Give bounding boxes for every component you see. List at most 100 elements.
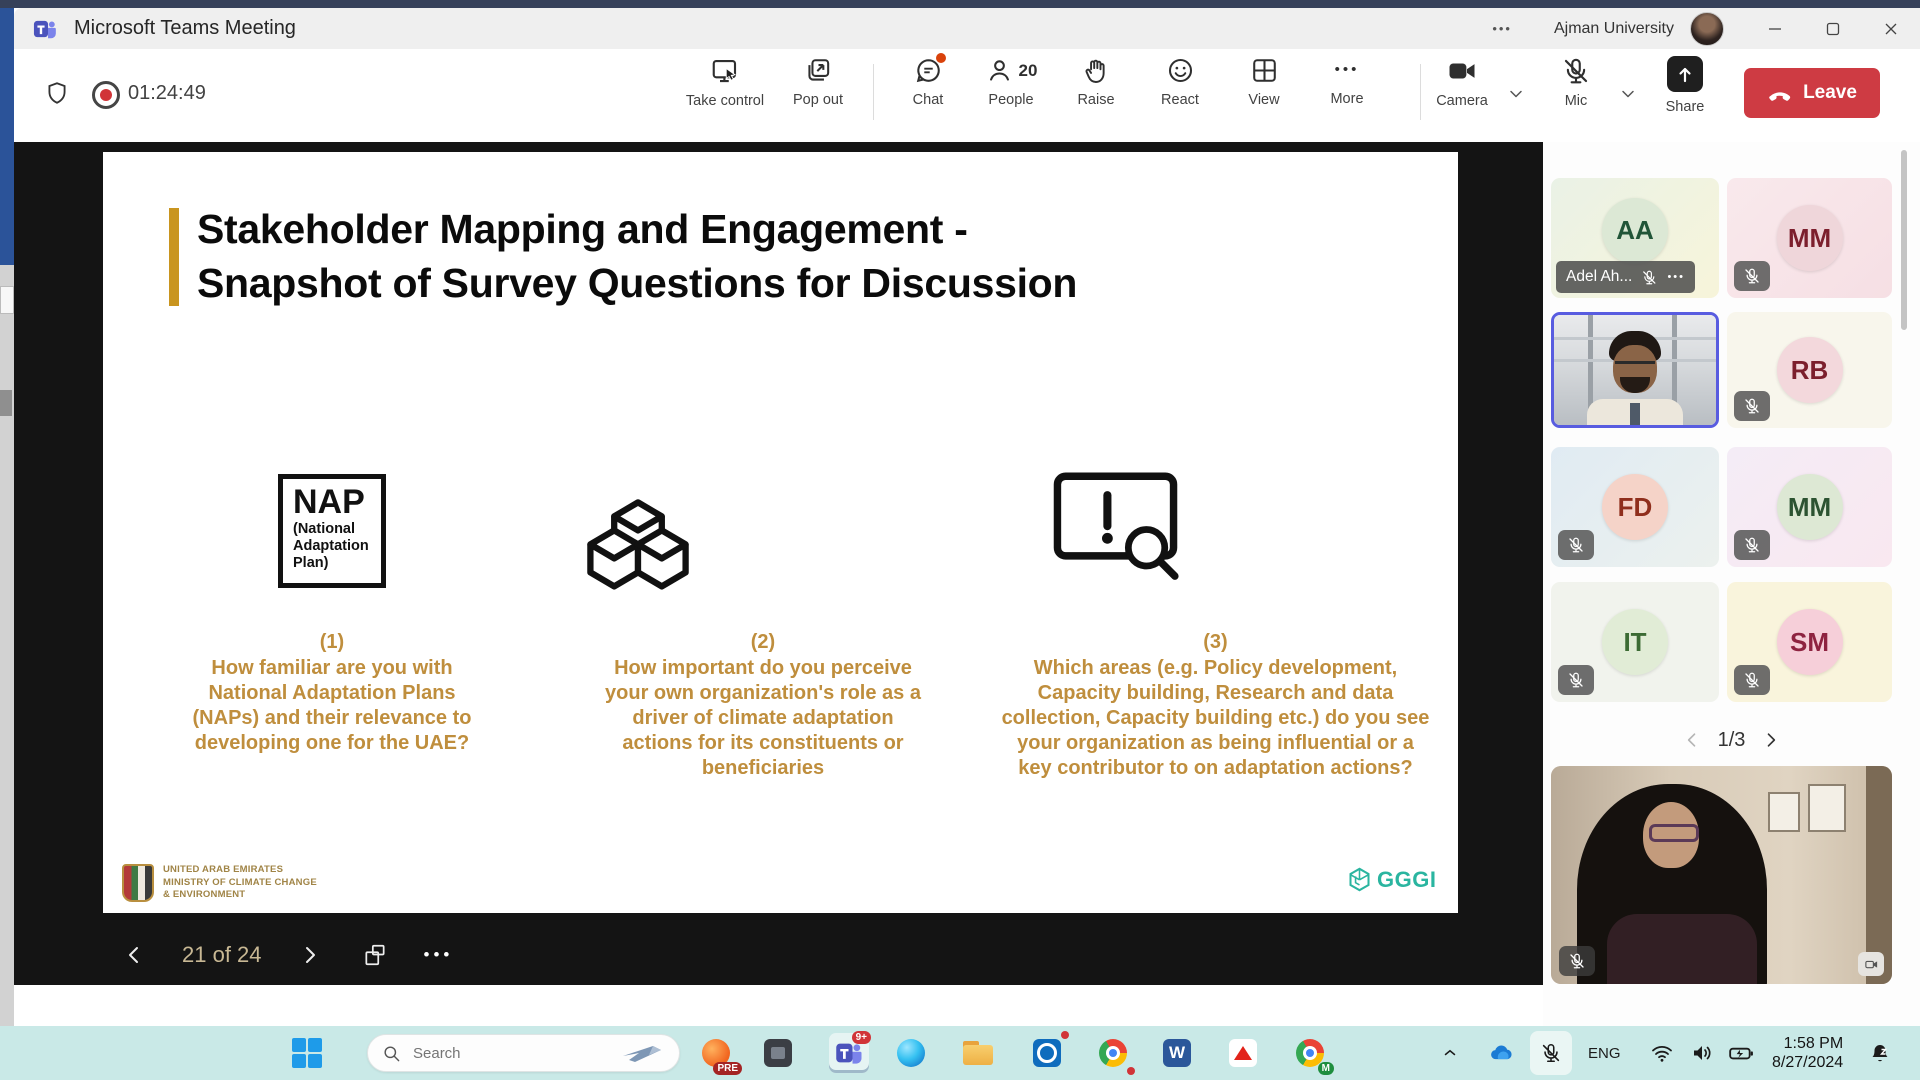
monitor-alert-search-icon (1048, 468, 1183, 583)
slide-navigation: 21 of 24 ••• (14, 925, 1543, 985)
chrome-profile-badge: M (1318, 1062, 1334, 1075)
take-control-button[interactable]: Take control (673, 56, 777, 109)
participant-initials: MM (1788, 223, 1831, 254)
participant-tile-fd[interactable]: FD (1551, 447, 1719, 567)
window-maximize-button[interactable] (1804, 8, 1862, 49)
mic-off-badge (1558, 665, 1594, 695)
app-icon-dark[interactable] (758, 1033, 798, 1073)
title-accent-bar (169, 208, 179, 306)
pop-out-icon (804, 56, 833, 85)
mic-off-badge (1558, 530, 1594, 560)
notification-bell-icon[interactable] (1868, 1026, 1892, 1080)
window-close-button[interactable] (1862, 8, 1920, 49)
chrome-profile-icon[interactable]: M (1290, 1033, 1330, 1073)
search-banner-graphic (619, 1040, 665, 1066)
toolbar-divider (873, 64, 874, 120)
wifi-icon[interactable] (1650, 1026, 1674, 1080)
survey-question-2: (2) How important do you perceive your o… (603, 630, 923, 781)
background-window-artifact (0, 390, 12, 416)
participant-tile-sm[interactable]: SM (1727, 582, 1892, 702)
pre-badge: PRE (713, 1062, 742, 1075)
leave-button[interactable]: Leave (1744, 68, 1880, 118)
participant-tile-adel[interactable]: AA Adel Ah... ••• (1551, 178, 1719, 298)
clock[interactable]: 1:58 PM 8/27/2024 (1772, 1026, 1843, 1080)
participant-tile-mm1[interactable]: MM (1727, 178, 1892, 298)
participant-name-pill: Adel Ah... ••• (1556, 261, 1695, 293)
taskbar-search[interactable] (367, 1034, 680, 1072)
mic-off-icon (1568, 952, 1586, 970)
security-shield-icon (44, 80, 70, 106)
edge-icon[interactable] (891, 1033, 931, 1073)
participant-more-icon[interactable]: ••• (1667, 271, 1685, 283)
pop-out-button[interactable]: Pop out (766, 56, 870, 108)
mic-off-icon (1743, 397, 1761, 415)
account-name[interactable]: Ajman University (1554, 20, 1674, 38)
language-indicator[interactable]: ENG (1588, 1026, 1621, 1080)
account-avatar[interactable] (1690, 12, 1724, 46)
previous-slide-icon[interactable] (122, 943, 146, 967)
participant-tile-mm2[interactable]: MM (1727, 447, 1892, 567)
browser-icon-notification[interactable] (1093, 1033, 1133, 1073)
mic-muted-icon (1561, 56, 1591, 86)
pager-next-icon[interactable] (1761, 730, 1781, 750)
onedrive-icon[interactable] (1488, 1026, 1515, 1080)
outlook-icon[interactable] (1027, 1033, 1067, 1073)
pager-label: 1/3 (1718, 729, 1746, 752)
slide-thumbnails-icon[interactable] (362, 942, 388, 968)
start-button-icon[interactable] (292, 1038, 322, 1068)
survey-question-3: (3) Which areas (e.g. Policy development… (998, 630, 1433, 781)
camera-options-chevron-icon[interactable] (1506, 84, 1526, 104)
teams-logo-icon (32, 16, 58, 42)
search-input[interactable] (411, 1044, 595, 1063)
volume-icon[interactable] (1690, 1026, 1714, 1080)
more-dots-icon: ••• (1335, 56, 1360, 84)
participant-initials: AA (1616, 215, 1654, 246)
mic-button[interactable]: Mic (1524, 56, 1628, 109)
teams-taskbar-icon[interactable]: 9+ (829, 1033, 869, 1073)
participant-initials: IT (1623, 627, 1646, 658)
next-slide-icon[interactable] (298, 943, 322, 967)
camera-switch-icon[interactable] (1858, 952, 1884, 976)
camera-button[interactable]: Camera (1410, 56, 1514, 109)
participant-initials: SM (1790, 627, 1829, 658)
mic-off-badge (1734, 391, 1770, 421)
participant-initials: RB (1791, 355, 1829, 386)
presentation-slide: Stakeholder Mapping and Engagement - Sna… (103, 152, 1458, 913)
tray-mic-muted[interactable] (1530, 1026, 1572, 1080)
share-button[interactable]: Share (1633, 56, 1737, 115)
teams-badge: 9+ (852, 1031, 871, 1044)
raise-hand-icon (1082, 56, 1111, 85)
gggi-cube-icon (1346, 866, 1373, 893)
mic-off-icon (1743, 536, 1761, 554)
participant-tile-rb[interactable]: RB (1727, 312, 1892, 428)
slide-title: Stakeholder Mapping and Engagement - Sna… (197, 202, 1397, 310)
battery-icon[interactable] (1728, 1026, 1754, 1080)
background-window-rail (0, 265, 14, 1026)
participant-video-speaker[interactable] (1551, 312, 1719, 428)
background-window-artifact (0, 286, 14, 314)
participant-tile-it[interactable]: IT (1551, 582, 1719, 702)
word-icon[interactable]: W (1157, 1033, 1197, 1073)
mic-off-icon (1641, 269, 1658, 286)
mic-off-icon (1567, 536, 1585, 554)
participants-pager: 1/3 (1543, 722, 1920, 758)
pager-previous-icon[interactable] (1682, 730, 1702, 750)
more-button[interactable]: ••• More (1295, 56, 1399, 107)
file-explorer-icon[interactable] (958, 1033, 998, 1073)
gggi-logo: GGGI (1346, 866, 1436, 893)
app-icon-pre[interactable]: PRE (696, 1033, 736, 1073)
view-grid-icon (1250, 56, 1279, 85)
titlebar-overflow-icon[interactable]: ••• (1492, 21, 1512, 36)
slide-counter: 21 of 24 (182, 942, 262, 968)
mic-off-icon (1540, 1042, 1562, 1064)
slide-more-options-icon[interactable]: ••• (424, 945, 454, 965)
participant-video-presenter[interactable] (1551, 766, 1892, 984)
mic-off-icon (1743, 267, 1761, 285)
react-smiley-icon (1166, 56, 1195, 85)
tray-chevron-icon[interactable] (1441, 1026, 1459, 1080)
browser-notification-dot (1127, 1067, 1135, 1075)
search-icon (382, 1044, 401, 1063)
window-minimize-button[interactable] (1746, 8, 1804, 49)
acrobat-icon[interactable] (1223, 1033, 1263, 1073)
sidebar-scrollbar[interactable] (1901, 150, 1907, 330)
